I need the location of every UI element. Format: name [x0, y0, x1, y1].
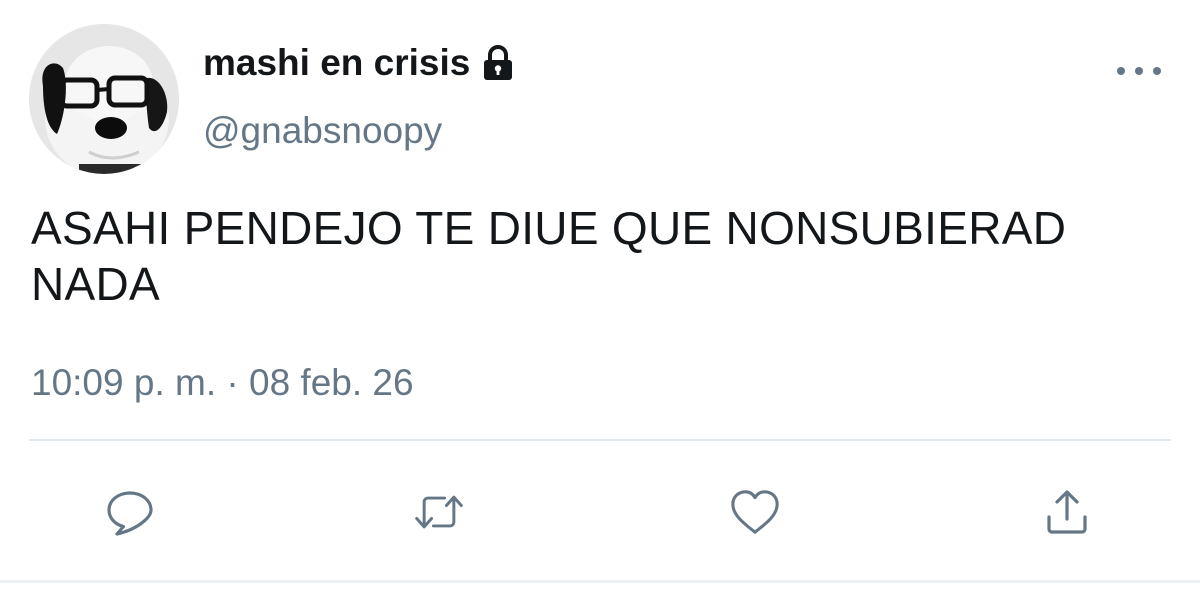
- user-handle[interactable]: @gnabsnoopy: [203, 110, 442, 152]
- tweet-text: ASAHI PENDEJO TE DIUE QUE NONSUBIERAD NA…: [31, 202, 1067, 310]
- snoopy-avatar-image: [29, 24, 179, 174]
- share-icon: [1047, 490, 1087, 534]
- more-icon: [1117, 67, 1125, 75]
- display-name[interactable]: mashi en crisis: [203, 42, 516, 84]
- tweet-timestamp[interactable]: 10:09 p. m. · 08 feb. 26: [31, 362, 414, 404]
- heart-icon: [731, 490, 779, 534]
- bottom-divider: [0, 580, 1200, 583]
- more-options-button[interactable]: [1117, 60, 1161, 82]
- retweet-icon: [415, 495, 463, 529]
- reply-icon: [107, 491, 153, 536]
- like-button[interactable]: [729, 486, 781, 538]
- retweet-button[interactable]: [413, 486, 465, 538]
- reply-button[interactable]: [104, 486, 156, 538]
- divider: [29, 439, 1171, 441]
- more-icon-dot: [1153, 67, 1161, 75]
- display-name-text: mashi en crisis: [203, 42, 471, 83]
- more-icon-dot: [1135, 67, 1143, 75]
- share-button[interactable]: [1041, 486, 1093, 538]
- lock-icon: [480, 44, 516, 82]
- avatar[interactable]: [29, 24, 179, 174]
